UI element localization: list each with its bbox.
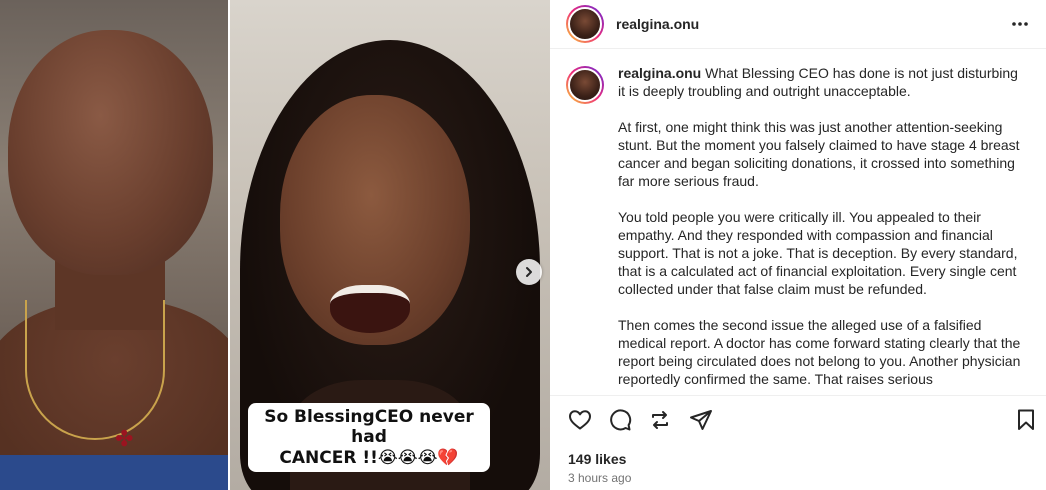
likes-count[interactable]: 149 likes — [568, 451, 626, 467]
post-media[interactable]: ✤ So BlessingCEO never had CANCER !!😭😭😭💔 — [0, 0, 550, 490]
send-button[interactable] — [687, 406, 715, 434]
heart-icon — [569, 410, 591, 430]
left-photo: ✤ — [0, 0, 228, 490]
chevron-right-icon — [526, 267, 532, 277]
share-button[interactable] — [646, 406, 674, 434]
like-button[interactable] — [566, 406, 594, 434]
caption-paragraph-3: You told people you were critically ill.… — [618, 209, 1018, 297]
save-button[interactable] — [1012, 406, 1040, 434]
avatar[interactable] — [566, 5, 604, 43]
caption-paragraph-4: Then comes the second issue the alleged … — [618, 317, 1021, 387]
more-options-icon — [1012, 22, 1028, 26]
next-media-button[interactable] — [516, 259, 542, 285]
video-caption: So BlessingCEO never had CANCER !!😭😭😭💔 — [248, 403, 490, 473]
caption-username[interactable]: realgina.onu — [618, 65, 701, 81]
right-photo-mouth — [330, 285, 410, 333]
comment-button[interactable] — [606, 406, 634, 434]
necklace — [25, 300, 165, 440]
post-details-panel: realgina.onu realgina.onu What Blessing … — [550, 0, 1046, 490]
pendant-icon: ✤ — [115, 426, 134, 451]
bookmark-icon — [1018, 409, 1034, 430]
post-actions: 149 likes 3 hours ago — [550, 395, 1046, 490]
post-header: realgina.onu — [550, 0, 1046, 49]
left-photo-shirt — [0, 455, 228, 490]
comment-icon — [610, 409, 632, 431]
post-caption: realgina.onu What Blessing CEO has done … — [566, 64, 1030, 394]
caption-text: realgina.onu What Blessing CEO has done … — [618, 64, 1026, 394]
caption-avatar[interactable] — [566, 66, 604, 104]
avatar-image — [568, 7, 602, 41]
header-username[interactable]: realgina.onu — [616, 16, 699, 32]
caption-paragraph-1: realgina.onu What Blessing CEO has done … — [618, 64, 1026, 100]
caption-avatar-image — [568, 68, 602, 102]
video-caption-line-2: CANCER !!😭😭😭💔 — [279, 447, 459, 468]
left-photo-head — [8, 30, 213, 275]
comments-scroll-area[interactable]: realgina.onu What Blessing CEO has done … — [550, 50, 1046, 394]
post-timestamp[interactable]: 3 hours ago — [568, 471, 631, 485]
send-icon — [690, 410, 712, 430]
caption-paragraph-2: At first, one might think this was just … — [618, 119, 1020, 189]
more-options-button[interactable] — [1008, 12, 1032, 36]
video-caption-line-1: So BlessingCEO never had — [264, 407, 474, 448]
share-icon — [652, 411, 668, 429]
